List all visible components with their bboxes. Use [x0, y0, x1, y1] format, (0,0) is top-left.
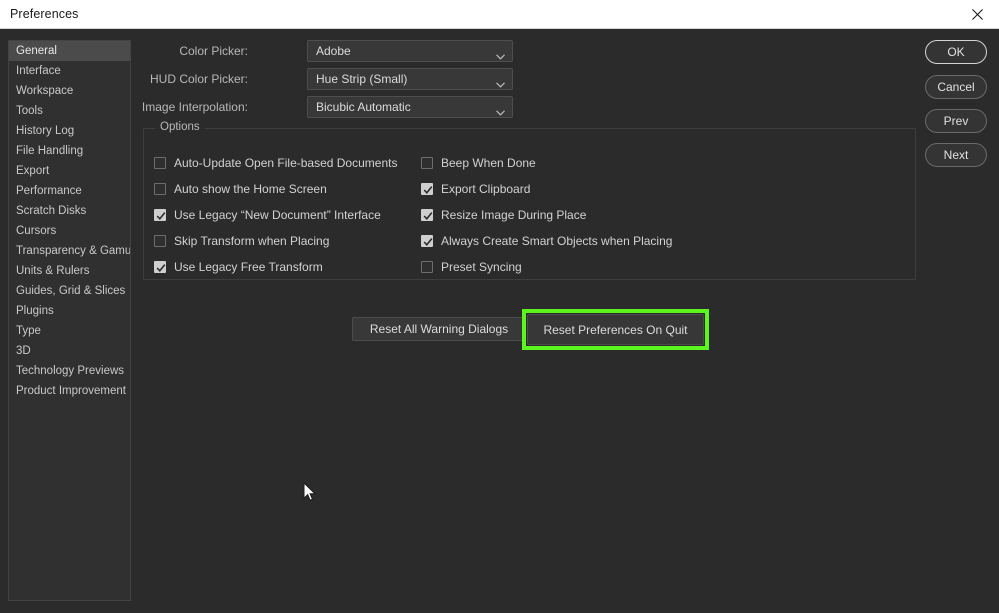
sidebar-item-file-handling[interactable]: File Handling [9, 141, 130, 161]
checkbox-label: Resize Image During Place [441, 208, 587, 222]
sidebar-item-scratch-disks[interactable]: Scratch Disks [9, 201, 130, 221]
image-interpolation-select[interactable]: Bicubic Automatic [307, 96, 513, 118]
sidebar-item-transparency-gamut[interactable]: Transparency & Gamut [9, 241, 130, 261]
checkbox-unchecked-icon[interactable] [154, 157, 166, 169]
checkbox-unchecked-icon[interactable] [421, 157, 433, 169]
chevron-down-icon [496, 103, 505, 121]
checkbox-unchecked-icon[interactable] [421, 261, 433, 273]
close-button[interactable] [955, 0, 999, 28]
sidebar-item-3d[interactable]: 3D [9, 341, 130, 361]
checkbox-row[interactable]: Resize Image During Place [421, 206, 586, 224]
field-label: HUD Color Picker: [149, 72, 248, 86]
cancel-button[interactable]: Cancel [925, 75, 987, 99]
window-title-bar: Preferences [0, 0, 999, 29]
sidebar-item-general[interactable]: General [9, 41, 130, 61]
page-title: Preferences [10, 7, 79, 21]
checkbox-checked-icon[interactable] [421, 235, 433, 247]
hud-color-picker-select[interactable]: Hue Strip (Small) [307, 68, 513, 90]
checkbox-checked-icon[interactable] [421, 209, 433, 221]
field-row-color-picker: Color Picker: Adobe [143, 40, 513, 62]
checkbox-row[interactable]: Preset Syncing [421, 258, 522, 276]
sidebar-item-product-improvement[interactable]: Product Improvement [9, 381, 130, 401]
next-button[interactable]: Next [925, 143, 987, 167]
field-row-image-interpolation: Image Interpolation: Bicubic Automatic [141, 96, 513, 118]
color-picker-select[interactable]: Adobe [307, 40, 513, 62]
checkbox-row[interactable]: Auto-Update Open File-based Documents [154, 154, 397, 172]
field-row-hud-color-picker: HUD Color Picker: Hue Strip (Small) [143, 68, 513, 90]
sidebar-item-type[interactable]: Type [9, 321, 130, 341]
checkbox-checked-icon[interactable] [421, 183, 433, 195]
field-label: Color Picker: [179, 44, 248, 58]
checkbox-checked-icon[interactable] [154, 261, 166, 273]
chevron-down-icon [496, 47, 505, 65]
field-label: Image Interpolation: [141, 100, 248, 114]
checkbox-label: Export Clipboard [441, 182, 531, 196]
checkbox-label: Beep When Done [441, 156, 536, 170]
sidebar-item-history-log[interactable]: History Log [9, 121, 130, 141]
checkbox-row[interactable]: Auto show the Home Screen [154, 180, 327, 198]
close-icon [971, 8, 983, 20]
chevron-down-icon [496, 75, 505, 93]
options-group-label: Options [155, 121, 205, 133]
sidebar-item-cursors[interactable]: Cursors [9, 221, 130, 241]
checkbox-label: Preset Syncing [441, 260, 522, 274]
checkbox-label: Auto-Update Open File-based Documents [174, 156, 398, 170]
sidebar-item-interface[interactable]: Interface [9, 61, 130, 81]
preferences-category-list[interactable]: General Interface Workspace Tools History Lo… [8, 40, 131, 601]
reset-preferences-on-quit-button[interactable]: Reset Preferences On Quit [527, 314, 704, 345]
checkbox-checked-icon[interactable] [154, 209, 166, 221]
sidebar-item-technology-previews[interactable]: Technology Previews [9, 361, 130, 381]
checkbox-row[interactable]: Use Legacy Free Transform [154, 258, 323, 276]
sidebar-item-guides-grid-slices[interactable]: Guides, Grid & Slices [9, 281, 130, 301]
hud-color-picker-value: Hue Strip (Small) [316, 72, 408, 86]
sidebar-item-units-rulers[interactable]: Units & Rulers [9, 261, 130, 281]
checkbox-unchecked-icon[interactable] [154, 235, 166, 247]
sidebar-item-workspace[interactable]: Workspace [9, 81, 130, 101]
checkbox-row[interactable]: Always Create Smart Objects when Placing [421, 232, 672, 250]
prev-button[interactable]: Prev [925, 109, 987, 133]
image-interpolation-value: Bicubic Automatic [316, 100, 411, 114]
checkbox-label: Use Legacy Free Transform [174, 260, 323, 274]
checkbox-label: Always Create Smart Objects when Placing [441, 234, 673, 248]
ok-button[interactable]: OK [925, 40, 987, 64]
checkbox-row[interactable]: Export Clipboard [421, 180, 530, 198]
checkbox-unchecked-icon[interactable] [154, 183, 166, 195]
checkbox-label: Auto show the Home Screen [174, 182, 327, 196]
checkbox-label: Use Legacy “New Document” Interface [174, 208, 381, 222]
sidebar-item-performance[interactable]: Performance [9, 181, 130, 201]
options-group: Options Auto-Update Open File-based Docu… [143, 121, 916, 280]
checkbox-row[interactable]: Skip Transform when Placing [154, 232, 329, 250]
sidebar-item-tools[interactable]: Tools [9, 101, 130, 121]
checkbox-row[interactable]: Beep When Done [421, 154, 536, 172]
color-picker-value: Adobe [316, 44, 351, 58]
preferences-dialog-body: General Interface Workspace Tools History Lo… [0, 29, 999, 613]
sidebar-item-export[interactable]: Export [9, 161, 130, 181]
checkbox-row[interactable]: Use Legacy “New Document” Interface [154, 206, 381, 224]
mouse-pointer-icon [303, 481, 317, 507]
checkbox-label: Skip Transform when Placing [174, 234, 330, 248]
reset-all-warning-dialogs-button[interactable]: Reset All Warning Dialogs [352, 317, 526, 341]
sidebar-item-plugins[interactable]: Plugins [9, 301, 130, 321]
